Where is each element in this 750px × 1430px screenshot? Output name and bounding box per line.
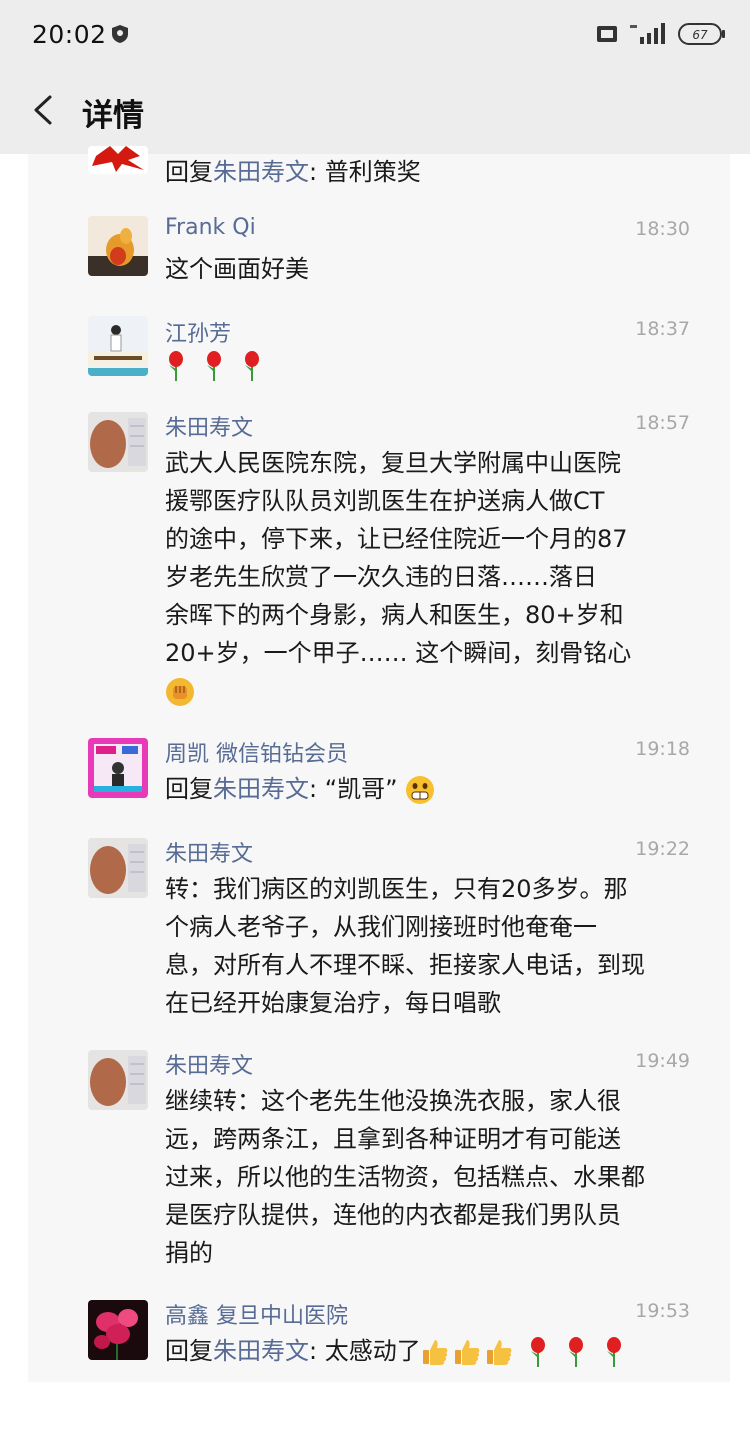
avatar[interactable] <box>88 838 148 898</box>
rose-icon <box>245 351 259 381</box>
comment-line: 在已经开始康复治疗，每日唱歌 <box>165 989 501 1017</box>
reply-text: : “凯哥” <box>309 775 398 803</box>
rose-icon <box>530 1337 545 1367</box>
thumbs-up-icon <box>454 1340 480 1365</box>
status-time: 20:02 <box>32 20 107 49</box>
comment-item[interactable]: 高鑫 复旦中山医院 19:53 回复朱田寿文: 太感动了 <box>28 1296 730 1376</box>
comment-line: 20+岁，一个甲子…… 这个瞬间，刻骨铭心 <box>165 639 632 667</box>
comment-line: 的途中，停下来，让已经住院近一个月的87 <box>165 525 628 553</box>
commenter-name[interactable]: Frank Qi <box>165 215 256 240</box>
reply-to-name[interactable]: 朱田寿文 <box>213 158 309 186</box>
comment-item[interactable]: 周凯 微信铂钻会员 19:18 回复朱田寿文: “凯哥” <box>28 734 730 814</box>
comment-line: 援鄂医疗队队员刘凯医生在护送病人做CT <box>165 487 605 515</box>
top-bar: 20:02 67 详情 <box>0 0 750 154</box>
comment-text: 这个画面好美 <box>165 255 309 283</box>
sim-card-icon <box>597 26 617 42</box>
reply-prefix: 回复 <box>165 158 213 186</box>
commenter-name[interactable]: 朱田寿文 <box>165 836 253 868</box>
reply-prefix: 回复 <box>165 1337 213 1365</box>
comment-item[interactable]: 朱田寿文 19:49 继续转：这个老先生他没换洗衣服，家人很 远，跨两条江，且拿… <box>28 1046 730 1267</box>
comment-text: 回复朱田寿文: 太感动了 <box>165 1332 713 1370</box>
comment-line: 继续转：这个老先生他没换洗衣服，家人很 <box>165 1087 621 1115</box>
reply-to-name[interactable]: 朱田寿文 <box>213 1337 309 1365</box>
thumbs-up-icon <box>422 1340 448 1365</box>
commenter-name[interactable]: 朱田寿文 <box>165 1048 253 1080</box>
commenter-name[interactable]: 高鑫 复旦中山医院 <box>165 1298 348 1330</box>
battery-level: 67 <box>692 28 708 42</box>
comment-line: 转：我们病区的刘凯医生，只有20多岁。那 <box>165 875 628 903</box>
reply-text: : 太感动了 <box>309 1337 421 1365</box>
commenter-name[interactable]: 周凯 微信铂钻会员 <box>165 736 348 768</box>
avatar[interactable] <box>88 316 148 376</box>
page-title: 详情 <box>82 98 144 134</box>
avatar <box>88 146 148 174</box>
reply-text: : 普利策奖 <box>309 158 421 186</box>
comment-item[interactable]: 江孙芳 18:37 <box>28 312 730 392</box>
comment-time: 19:18 <box>635 738 690 760</box>
comment-time: 19:53 <box>635 1300 690 1322</box>
battery-icon: 67 <box>678 23 726 45</box>
commenter-name[interactable]: 江孙芳 <box>165 316 231 348</box>
comment-item[interactable]: Frank Qi 18:30 这个画面好美 <box>28 212 730 292</box>
rose-icon <box>207 351 221 381</box>
comment-text: 回复朱田寿文: 普利策奖 <box>165 153 713 191</box>
comment-text: 继续转：这个老先生他没换洗衣服，家人很 远，跨两条江，且拿到各种证明才有可能送 … <box>165 1082 713 1272</box>
nav-bar: 详情 <box>0 76 750 146</box>
comment-time: 19:22 <box>635 838 690 860</box>
avatar[interactable] <box>88 412 148 472</box>
rose-icon <box>606 1337 621 1367</box>
comment-panel: 回复朱田寿文: 普利策奖 Frank Qi 18:30 这个画面好美 江孙芳 1… <box>28 146 730 1382</box>
comment-text: 转：我们病区的刘凯医生，只有20多岁。那 个病人老爷子，从我们刚接班时他奄奄一 … <box>165 870 713 1022</box>
avatar[interactable] <box>88 216 148 276</box>
comment-text <box>165 346 713 384</box>
reply-prefix: 回复 <box>165 775 213 803</box>
comment-text: 武大人民医院东院，复旦大学附属中山医院 援鄂医疗队队员刘凯医生在护送病人做CT … <box>165 444 713 710</box>
back-icon[interactable] <box>30 94 58 126</box>
comment-line: 岁老先生欣赏了一次久违的日落……落日 <box>165 563 597 591</box>
comment-line: 个病人老爷子，从我们刚接班时他奄奄一 <box>165 913 597 941</box>
thumbs-up-icon <box>486 1340 512 1365</box>
comment-line: 武大人民医院东院，复旦大学附属中山医院 <box>165 449 621 477</box>
comment-item[interactable]: 回复朱田寿文: 普利策奖 <box>28 146 730 194</box>
rose-icon <box>169 351 183 381</box>
comment-item[interactable]: 朱田寿文 18:57 武大人民医院东院，复旦大学附属中山医院 援鄂医疗队队员刘凯… <box>28 408 730 708</box>
signal-icon <box>630 23 665 44</box>
comment-time: 18:57 <box>635 412 690 434</box>
shield-icon <box>112 25 128 43</box>
reply-to-name[interactable]: 朱田寿文 <box>213 775 309 803</box>
status-bar: 20:02 67 <box>0 0 750 70</box>
comment-text: 回复朱田寿文: “凯哥” <box>165 770 713 808</box>
comment-time: 18:30 <box>635 218 690 240</box>
comment-line: 捐的 <box>165 1239 213 1267</box>
comment-line: 是医疗队提供，连他的内衣都是我们男队员 <box>165 1201 621 1229</box>
comment-item[interactable]: 朱田寿文 19:22 转：我们病区的刘凯医生，只有20多岁。那 个病人老爷子，从… <box>28 834 730 1017</box>
avatar[interactable] <box>88 1300 148 1360</box>
rose-icon <box>568 1337 583 1367</box>
avatar[interactable] <box>88 738 148 798</box>
comment-time: 18:37 <box>635 318 690 340</box>
grin-icon <box>406 776 435 804</box>
comment-time: 19:49 <box>635 1050 690 1072</box>
comment-line: 过来，所以他的生活物资，包括糕点、水果都 <box>165 1163 645 1191</box>
avatar[interactable] <box>88 1050 148 1110</box>
comment-line: 远，跨两条江，且拿到各种证明才有可能送 <box>165 1125 621 1153</box>
comment-line: 息，对所有人不理不睬、拒接家人电话，到现 <box>165 951 645 979</box>
fist-icon <box>166 678 194 706</box>
commenter-name[interactable]: 朱田寿文 <box>165 410 253 442</box>
comment-line: 余晖下的两个身影，病人和医生，80+岁和 <box>165 601 624 629</box>
